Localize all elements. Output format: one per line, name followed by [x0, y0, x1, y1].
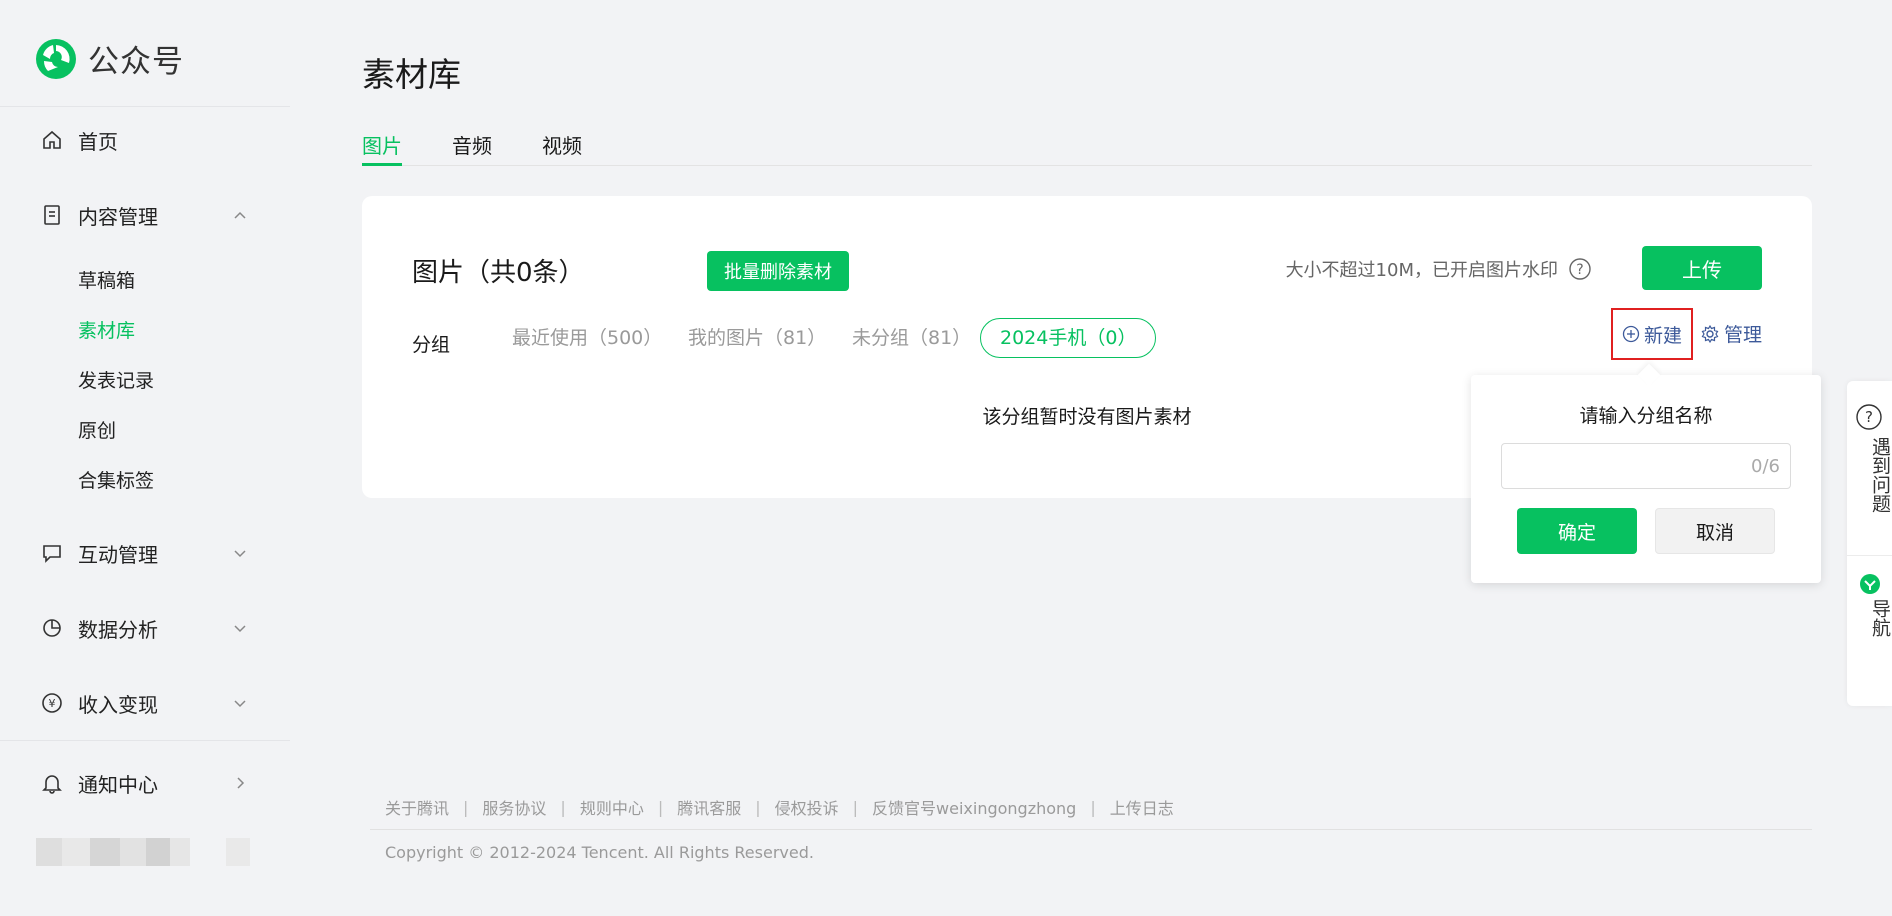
- sidebar-subitem-publish-records[interactable]: 发表记录: [78, 366, 154, 396]
- page-title: 素材库: [362, 55, 461, 94]
- card-title: 图片（共0条）: [412, 258, 585, 288]
- cancel-button[interactable]: 取消: [1655, 508, 1775, 554]
- footer-separator: |: [657, 797, 664, 817]
- nav-link[interactable]: 导航: [1847, 599, 1892, 637]
- brand-logo[interactable]: 公众号: [34, 36, 184, 81]
- tab-label: 图片: [362, 134, 402, 158]
- batch-delete-button[interactable]: 批量删除素材: [707, 251, 849, 291]
- group-2024-phone[interactable]: 2024手机（0）: [980, 318, 1157, 358]
- footer-link[interactable]: 上传日志: [1110, 795, 1174, 819]
- sidebar-subitem-library[interactable]: 素材库: [78, 316, 135, 346]
- active-tab-indicator: [362, 163, 402, 166]
- footer-link[interactable]: 规则中心: [580, 795, 644, 819]
- char-counter: 0/6: [1751, 456, 1780, 477]
- chevron-down-icon: [234, 625, 246, 633]
- footer-separator: |: [755, 797, 761, 817]
- sidebar-subitem-drafts[interactable]: 草稿箱: [78, 266, 135, 296]
- footer-link[interactable]: 反馈官号weixingongzhong: [872, 795, 1076, 819]
- sidebar-item-label: 内容管理: [78, 204, 158, 229]
- chevron-right-icon: [237, 777, 245, 789]
- nav-badge-icon: [1860, 574, 1880, 594]
- pie-chart-icon: [40, 616, 64, 640]
- group-ungrouped[interactable]: 未分组（81）: [852, 318, 971, 358]
- footer-divider: [370, 829, 1812, 830]
- group-name-input[interactable]: 0/6: [1501, 443, 1791, 489]
- plus-circle-icon: [1622, 325, 1640, 343]
- sidebar-subitem-original[interactable]: 原创: [78, 416, 116, 446]
- sidebar: 公众号 首页 内容管理 草稿箱 素材库 发表记录 原创 合集标签 互动管理 数据…: [0, 0, 290, 916]
- brand-name: 公众号: [88, 44, 184, 80]
- footer-link[interactable]: 服务协议: [482, 795, 546, 819]
- bell-icon: [40, 771, 64, 795]
- media-tabs: 图片 音频 视频: [362, 126, 1812, 166]
- group-label: 分组: [412, 334, 451, 356]
- question-circle-icon[interactable]: ?: [1855, 403, 1883, 431]
- footer-separator: |: [463, 797, 469, 817]
- footer-separator: |: [852, 797, 859, 817]
- svg-text:¥: ¥: [49, 697, 56, 710]
- sidebar-item-label: 通知中心: [78, 772, 158, 797]
- svg-text:?: ?: [1576, 262, 1583, 278]
- footer-link[interactable]: 关于腾讯: [385, 795, 449, 819]
- sidebar-divider: [0, 740, 290, 741]
- tab-video[interactable]: 视频: [542, 130, 582, 159]
- sidebar-item-content[interactable]: 内容管理: [40, 195, 260, 235]
- sidebar-item-label: 互动管理: [78, 542, 158, 567]
- sidebar-item-monetization[interactable]: ¥ 收入变现: [40, 683, 260, 723]
- svg-text:?: ?: [1865, 408, 1873, 426]
- sidebar-item-interaction[interactable]: 互动管理: [40, 533, 260, 573]
- sidebar-item-home[interactable]: 首页: [40, 120, 260, 160]
- sidebar-item-notifications[interactable]: 通知中心: [40, 763, 260, 803]
- tab-audio[interactable]: 音频: [452, 130, 492, 159]
- manage-label: 管理: [1723, 324, 1762, 346]
- chevron-up-icon: [234, 211, 246, 219]
- sidebar-item-label: 数据分析: [78, 617, 158, 642]
- new-group-button[interactable]: 新建: [1611, 308, 1693, 360]
- group-my-images[interactable]: 我的图片（81）: [688, 318, 826, 358]
- home-icon: [40, 128, 64, 152]
- sidebar-item-label: 首页: [78, 129, 118, 154]
- tab-images[interactable]: 图片: [362, 130, 402, 159]
- copyright: Copyright © 2012-2024 Tencent. All Right…: [385, 843, 814, 862]
- floating-help-panel: ? 遇到问题 导航: [1847, 381, 1892, 706]
- gear-icon: [1701, 324, 1719, 343]
- upload-button[interactable]: 上传: [1642, 246, 1762, 290]
- sidebar-subitem-collection-tags[interactable]: 合集标签: [78, 466, 154, 496]
- footer-links: 关于腾讯 | 服务协议 | 规则中心 | 腾讯客服 | 侵权投诉 | 反馈官号weixin…: [385, 795, 1174, 819]
- popover-title: 请输入分组名称: [1579, 405, 1713, 427]
- yen-icon: ¥: [40, 691, 64, 715]
- new-group-popover: 请输入分组名称 0/6 确定 取消: [1471, 363, 1821, 583]
- manage-groups-button[interactable]: 管理: [1700, 320, 1762, 347]
- sidebar-item-analytics[interactable]: 数据分析: [40, 608, 260, 648]
- help-icon[interactable]: ?: [1568, 257, 1592, 281]
- upload-hint: 大小不超过10M，已开启图片水印 ?: [1286, 256, 1592, 282]
- sidebar-divider: [0, 106, 290, 107]
- help-link[interactable]: 遇到问题: [1847, 437, 1892, 513]
- wechat-official-logo-icon: [36, 38, 76, 79]
- group-recent[interactable]: 最近使用（500）: [512, 318, 662, 358]
- float-divider: [1847, 555, 1892, 556]
- footer-separator: |: [560, 797, 566, 817]
- footer-link[interactable]: 腾讯客服: [677, 795, 741, 819]
- upload-hint-text: 大小不超过10M，已开启图片水印: [1285, 260, 1558, 281]
- footer-link[interactable]: 侵权投诉: [775, 795, 839, 819]
- footer-separator: |: [1090, 797, 1096, 817]
- sidebar-item-label: 收入变现: [78, 692, 158, 717]
- chevron-down-icon: [234, 700, 246, 708]
- chat-icon: [40, 541, 64, 565]
- confirm-button[interactable]: 确定: [1517, 508, 1637, 554]
- blurred-user-account[interactable]: [36, 838, 250, 866]
- new-group-label: 新建: [1643, 324, 1682, 347]
- document-icon: [40, 203, 64, 227]
- chevron-down-icon: [234, 550, 246, 558]
